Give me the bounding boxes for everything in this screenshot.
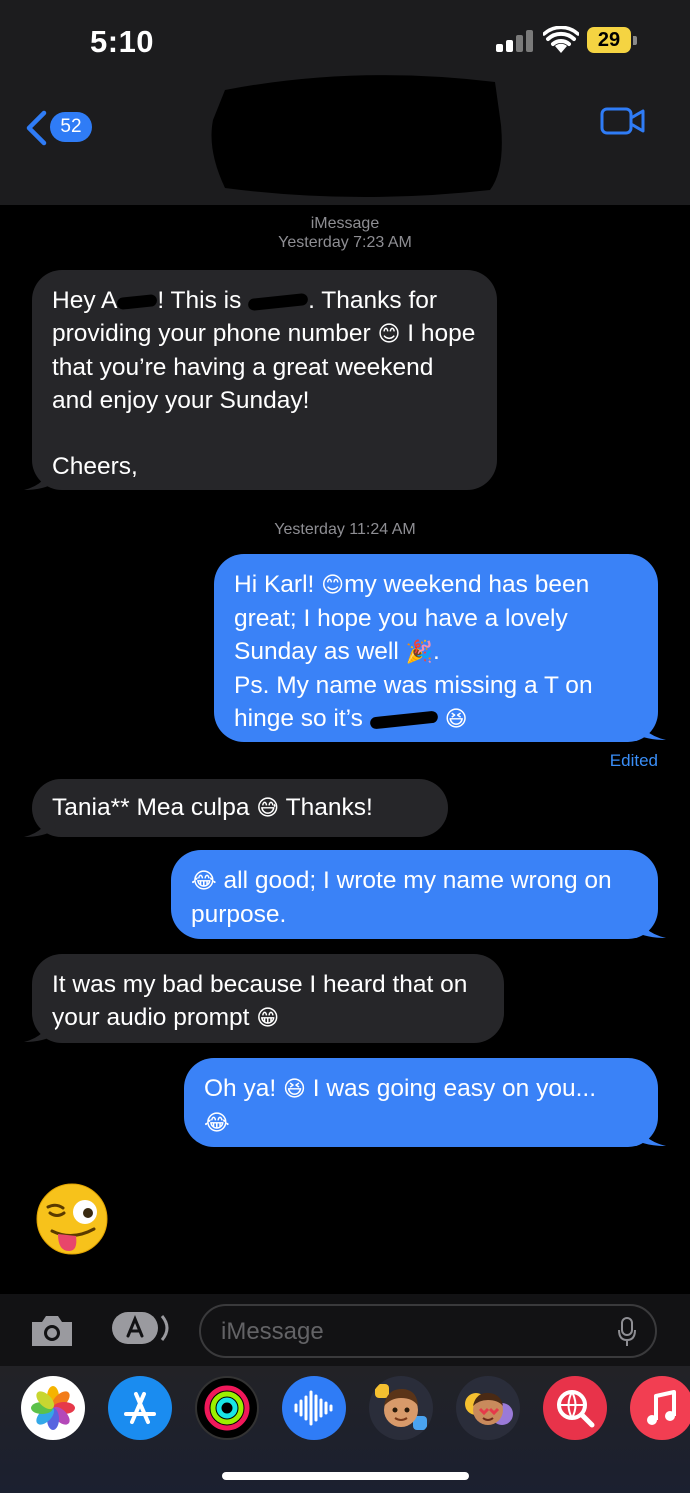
memoji-stickers-icon[interactable]: [456, 1376, 520, 1440]
memoji-icon[interactable]: [369, 1376, 433, 1440]
message-text: Hey A: [52, 287, 118, 314]
input-placeholder: iMessage: [221, 1318, 324, 1345]
laughing-face-emoji: 😆: [444, 707, 468, 732]
battery-indicator: 29: [587, 27, 637, 53]
message-text: I was going easy on you...: [312, 1075, 597, 1102]
tears-of-joy-emoji: 😂: [191, 869, 217, 894]
message-text: Thanks!: [279, 794, 373, 821]
message-input[interactable]: iMessage: [199, 1304, 657, 1358]
beaming-face-emoji: 😁: [256, 1006, 280, 1031]
facetime-video-icon[interactable]: [600, 106, 646, 136]
battery-nub: [633, 36, 637, 45]
redacted-contact-name[interactable]: [205, 70, 510, 200]
unread-count-badge: 52: [50, 112, 92, 142]
music-app-icon[interactable]: [630, 1376, 690, 1440]
party-popper-emoji: 🎉: [405, 640, 434, 665]
cellular-signal-icon: [496, 30, 536, 52]
audio-message-icon[interactable]: [282, 1376, 346, 1440]
bubble-tail: [632, 712, 666, 740]
message-text: Hi Karl!: [234, 571, 322, 598]
edited-label[interactable]: Edited: [610, 751, 658, 771]
microphone-icon[interactable]: [617, 1317, 637, 1347]
message-text: ! This is: [157, 287, 249, 314]
message-text: Tania** Mea culpa: [52, 794, 257, 821]
outgoing-message[interactable]: 😂 all good; I wrote my name wrong on pur…: [171, 850, 658, 939]
back-button[interactable]: 52: [24, 108, 94, 148]
grinning-sweat-emoji: 😅: [256, 796, 280, 821]
photos-app-icon[interactable]: [21, 1376, 85, 1440]
home-indicator[interactable]: [222, 1472, 469, 1480]
chevron-left-icon: [26, 110, 47, 146]
camera-icon[interactable]: [28, 1312, 76, 1348]
message-input-bar: iMessage: [0, 1294, 690, 1366]
message-text: [438, 705, 445, 732]
incoming-message[interactable]: It was my bad because I heard that on yo…: [32, 954, 504, 1043]
web-images-search-icon[interactable]: [543, 1376, 607, 1440]
tears-of-joy-emoji: 😂: [204, 1111, 230, 1136]
message-text: Oh ya!: [204, 1075, 283, 1102]
app-store-icon[interactable]: [108, 1376, 172, 1440]
bubble-tail: [632, 1118, 666, 1146]
fitness-activity-icon[interactable]: [195, 1376, 259, 1440]
incoming-message[interactable]: Tania** Mea culpa 😅 Thanks!: [32, 779, 448, 837]
bubble-tail: [24, 1014, 56, 1042]
conversation-header: 5:10 29 52: [0, 0, 690, 205]
redacted-text: [369, 710, 439, 730]
battery-level: 29: [587, 27, 631, 53]
imessage-app-drawer: [0, 1366, 690, 1493]
wifi-icon: [543, 26, 579, 53]
bubble-tail: [24, 462, 56, 490]
incoming-message[interactable]: Hey A! This is . Thanks for providing yo…: [32, 270, 497, 490]
message-text: Cheers,: [52, 453, 138, 480]
status-time: 5:10: [90, 24, 155, 59]
smiling-face-emoji: 😊: [377, 322, 401, 347]
bubble-tail: [24, 809, 56, 837]
redacted-text: [247, 292, 309, 311]
app-store-apps-icon[interactable]: [110, 1310, 172, 1346]
outgoing-message[interactable]: Hi Karl! 😊my weekend has been great; I h…: [214, 554, 658, 742]
redacted-text: [116, 293, 158, 310]
service-label: iMessage: [310, 215, 380, 232]
laughing-face-emoji: 😆: [282, 1077, 306, 1102]
conversation-meta: iMessage Yesterday 7:23 AM: [0, 214, 690, 252]
outgoing-message[interactable]: Oh ya! 😆 I was going easy on you... 😂: [184, 1058, 658, 1147]
smiling-face-emoji: 😊: [321, 573, 345, 598]
winking-tongue-emoji[interactable]: [36, 1183, 108, 1255]
timestamp: Yesterday 7:23 AM: [278, 234, 412, 251]
bubble-tail: [632, 910, 666, 938]
timestamp: Yesterday 11:24 AM: [274, 521, 416, 538]
message-text: all good; I wrote my name wrong on purpo…: [191, 867, 619, 928]
